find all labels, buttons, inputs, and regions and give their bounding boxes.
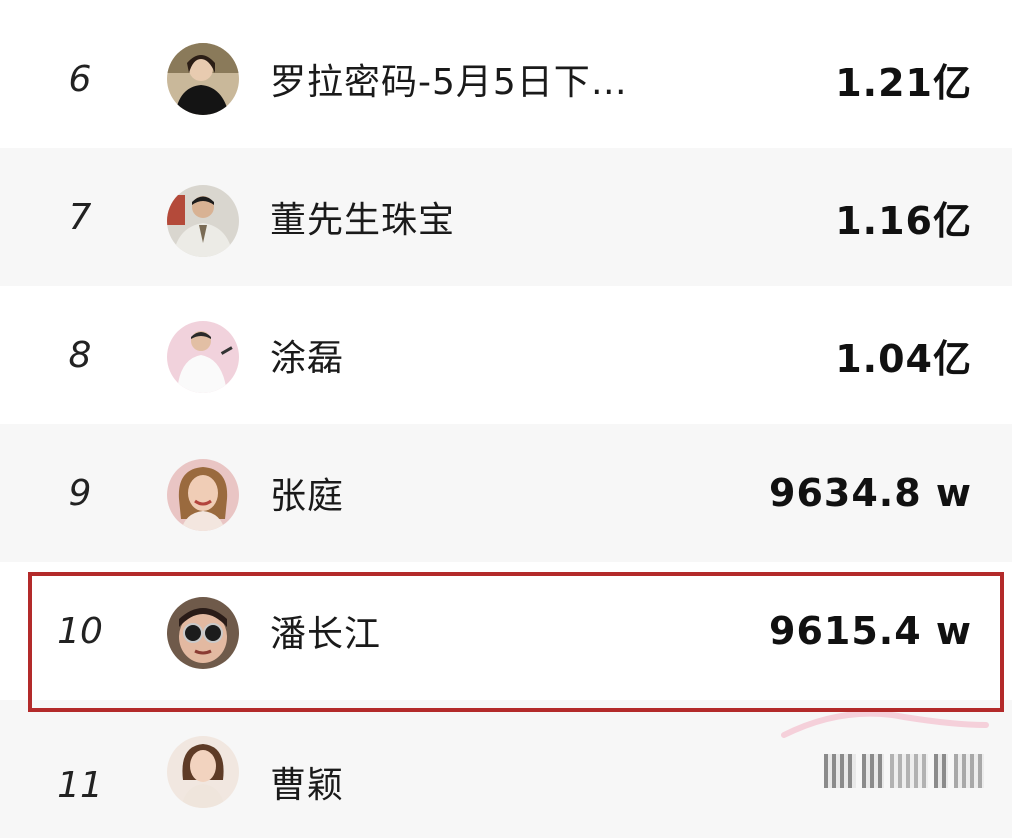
avatar[interactable] [167,459,239,531]
streamer-name: 董先生珠宝 [270,200,456,241]
streamer-name: 罗拉密码-5月5日下… [270,62,628,103]
rank-number: 8 [68,334,92,376]
streamer-name: 张庭 [270,476,345,517]
male-avatar-pink-icon [167,321,239,393]
rank-number: 6 [68,58,92,100]
streamer-name: 涂磊 [270,338,345,379]
rank-number: 11 [57,765,103,806]
avatar[interactable] [167,185,239,257]
female-avatar-dark-icon [167,43,239,115]
female-avatar-smile-icon [167,459,239,531]
avatar[interactable] [167,321,239,393]
female-avatar-light-icon [167,736,239,808]
ranking-list: 6 罗拉密码-5月5日下… 1.21亿 7 董先生珠宝 1.16亿 8 涂磊 1… [0,0,1012,838]
highlight-box [28,572,1004,712]
list-item[interactable]: 9 张庭 9634.8 w [0,424,1012,562]
sales-value: 1.16亿 [835,198,972,243]
avatar[interactable] [167,736,239,808]
list-item[interactable]: 8 涂磊 1.04亿 [0,286,1012,424]
sales-value: 9634.8 w [769,471,972,515]
sales-value: 1.04亿 [835,336,972,381]
streamer-name: 曹颖 [270,765,345,806]
sales-value: 1.21亿 [835,60,972,105]
male-avatar-suit-icon [167,185,239,257]
avatar[interactable] [167,43,239,115]
list-item[interactable]: 6 罗拉密码-5月5日下… 1.21亿 [0,10,1012,148]
rank-number: 9 [68,472,92,514]
rank-number: 7 [68,196,92,238]
list-item[interactable]: 7 董先生珠宝 1.16亿 [0,148,1012,286]
